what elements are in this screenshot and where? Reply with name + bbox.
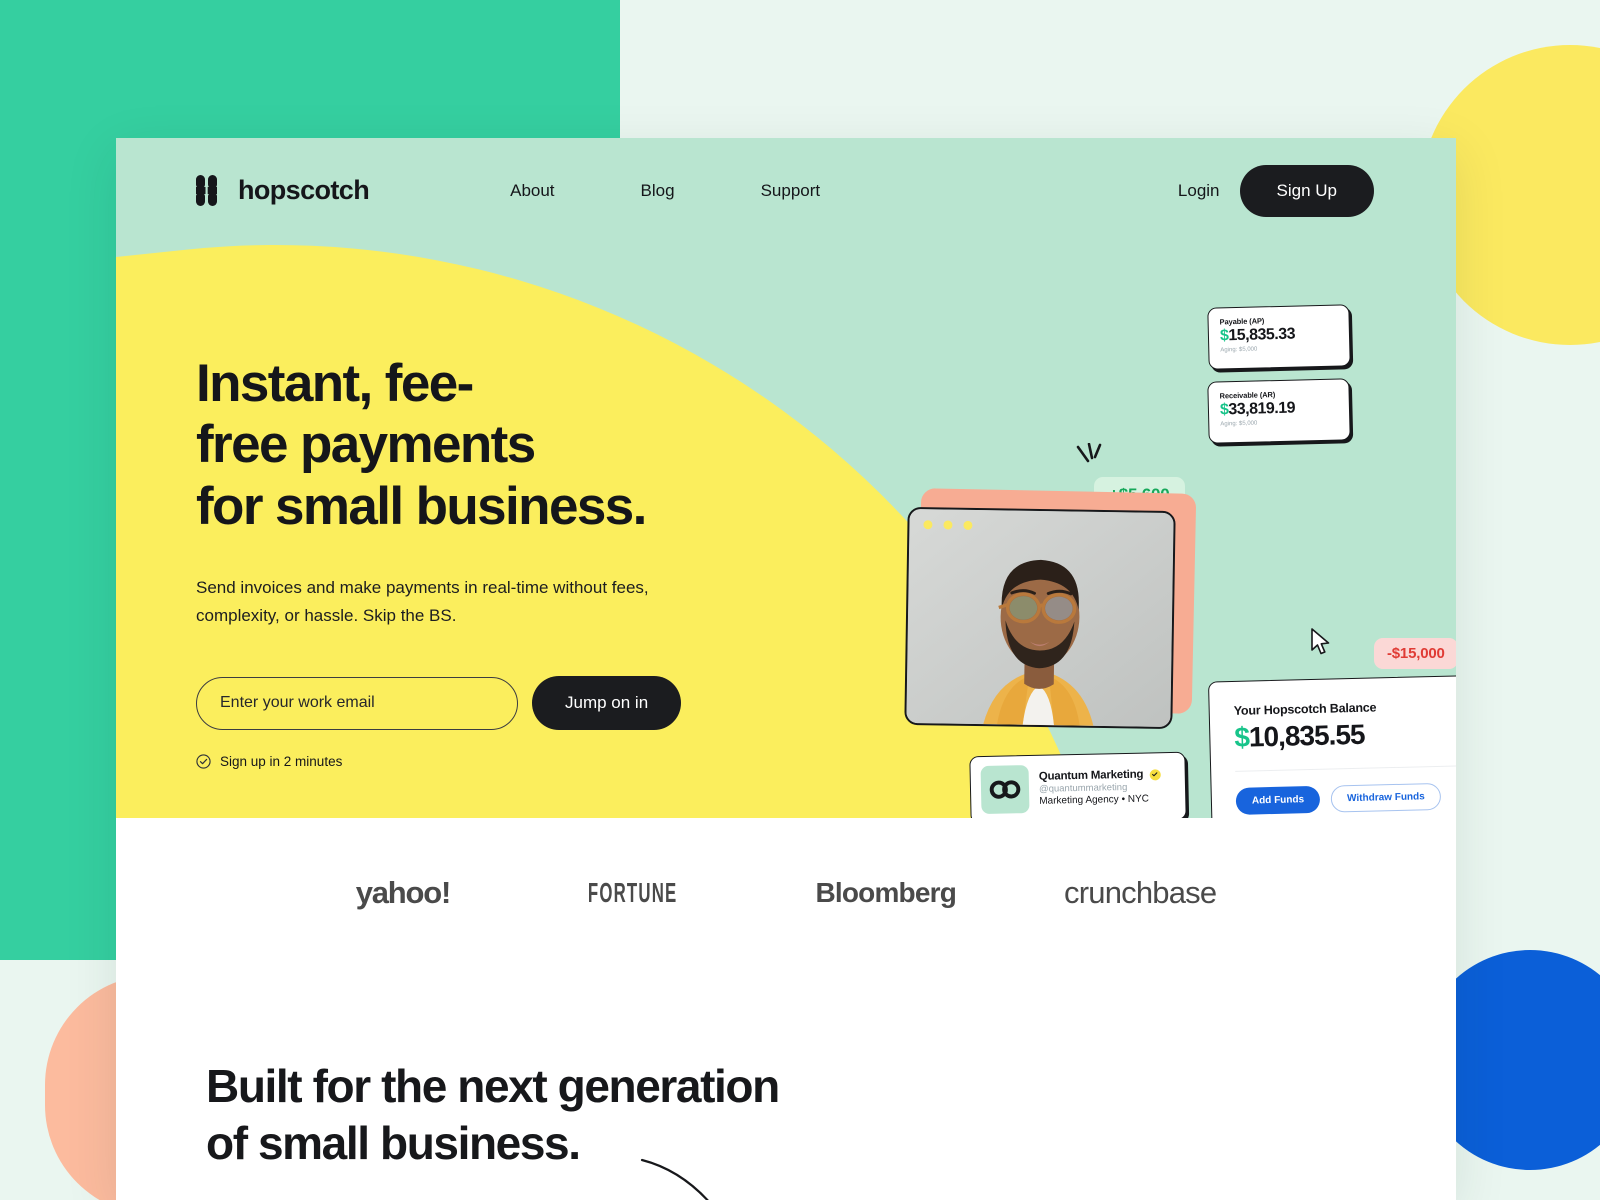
mouse-pointer-icon: [1310, 628, 1332, 656]
hero-subcopy: Send invoices and make payments in real-…: [196, 578, 649, 625]
hero-artwork: +$5,600 -$15,000: [786, 288, 1456, 818]
logo-fortune: FORTUNE: [587, 877, 678, 908]
work-email-input[interactable]: [196, 676, 518, 730]
browser-window-frame: [904, 506, 1176, 730]
profile-text: Quantum Marketing @quantummarketing Mark…: [1039, 768, 1161, 807]
teal-square-top-left: [0, 0, 620, 143]
payable-aging: Aging: $5,000: [1220, 346, 1258, 354]
window-dots: [923, 520, 973, 530]
website-page-card: hopscotch About Blog Support Login Sign …: [116, 138, 1456, 1200]
next-generation-section: Built for the next generation of small b…: [116, 958, 1456, 1200]
sparkle-lines-icon: [1076, 442, 1110, 473]
curved-arrow-icon: [982, 816, 1072, 818]
person-portrait-image: [906, 508, 1174, 728]
hero-copy-column: Instant, fee- free payments for small bu…: [196, 353, 816, 769]
video-window: [904, 488, 1197, 730]
press-logos-strip: yahoo! FORTUNE Bloomberg crunchbase: [116, 818, 1456, 968]
divider: [1235, 765, 1456, 772]
balance-card: Your Hopscotch Balance $10,835.55 Add Fu…: [1207, 674, 1456, 818]
section-heading: Built for the next generation of small b…: [206, 1058, 1456, 1171]
negative-amount-badge: -$15,000: [1374, 638, 1456, 669]
reassurance-label: Sign up in 2 minutes: [220, 754, 343, 770]
payable-amount-value: 15,835.33: [1228, 325, 1296, 345]
verified-check-icon: [1149, 768, 1161, 781]
window-dot-icon: [963, 520, 973, 530]
brand-logo[interactable]: hopscotch: [196, 175, 370, 206]
headline-line-1: Instant, fee-: [196, 354, 474, 413]
decorative-arc-icon: [636, 1158, 836, 1200]
jump-on-in-button[interactable]: Jump on in: [532, 676, 682, 731]
check-circle-icon: [196, 754, 211, 770]
logo-bloomberg: Bloomberg: [815, 877, 957, 908]
receivable-aging: Aging: $5,000: [1220, 420, 1258, 428]
logo-crunchbase: crunchbase: [1064, 875, 1217, 910]
section-heading-line-1: Built for the next generation: [206, 1060, 780, 1112]
receivable-amount-value: 33,819.19: [1228, 399, 1296, 419]
business-profile-card: Quantum Marketing @quantummarketing Mark…: [969, 751, 1187, 818]
balance-amount: $10,835.55: [1234, 716, 1456, 754]
add-funds-button[interactable]: Add Funds: [1235, 785, 1321, 815]
hopscotch-h-logo-icon: [196, 175, 226, 206]
login-link[interactable]: Login: [1178, 181, 1220, 201]
window-dot-icon: [943, 520, 953, 530]
section-heading-line-2: of small business.: [206, 1116, 581, 1169]
nav-link-blog[interactable]: Blog: [641, 181, 675, 201]
currency-symbol: $: [1233, 721, 1250, 753]
quantum-infinity-logo-icon: [980, 765, 1030, 815]
nav-link-support[interactable]: Support: [761, 181, 821, 201]
headline-line-2: free payments: [196, 415, 536, 475]
balance-amount-value: 10,835.55: [1248, 718, 1365, 753]
balance-actions: Add Funds Withdraw Funds: [1235, 782, 1456, 815]
balance-label: Your Hopscotch Balance: [1233, 700, 1377, 718]
profile-meta: Marketing Agency • NYC: [1039, 793, 1150, 807]
site-navbar: hopscotch About Blog Support Login Sign …: [116, 138, 1456, 243]
payable-amount: $15,835.33: [1220, 325, 1338, 346]
nav-link-about[interactable]: About: [510, 181, 554, 201]
payable-card: Payable (AP) $15,835.33 Aging: $5,000: [1207, 304, 1351, 370]
window-dot-icon: [923, 520, 933, 530]
profile-name-row: Quantum Marketing: [1039, 768, 1161, 783]
logo-yahoo: yahoo!: [355, 875, 452, 910]
nav-right-actions: Login Sign Up: [1178, 164, 1374, 217]
receivable-card: Receivable (AR) $33,819.19 Aging: $5,000: [1207, 378, 1351, 444]
nav-links: About Blog Support: [510, 181, 820, 201]
signup-button[interactable]: Sign Up: [1239, 164, 1374, 217]
signup-reassurance: Sign up in 2 minutes: [196, 754, 816, 769]
hero-headline: Instant, fee- free payments for small bu…: [196, 353, 816, 537]
receivable-amount: $33,819.19: [1220, 399, 1338, 420]
hero-section: hopscotch About Blog Support Login Sign …: [116, 138, 1456, 818]
withdraw-funds-button[interactable]: Withdraw Funds: [1330, 782, 1442, 813]
brand-name: hopscotch: [238, 175, 370, 205]
teal-bar-left: [0, 143, 117, 948]
email-signup-form: Jump on in: [196, 676, 816, 731]
headline-line-3: for small business.: [196, 476, 647, 536]
profile-name: Quantum Marketing: [1038, 768, 1144, 783]
